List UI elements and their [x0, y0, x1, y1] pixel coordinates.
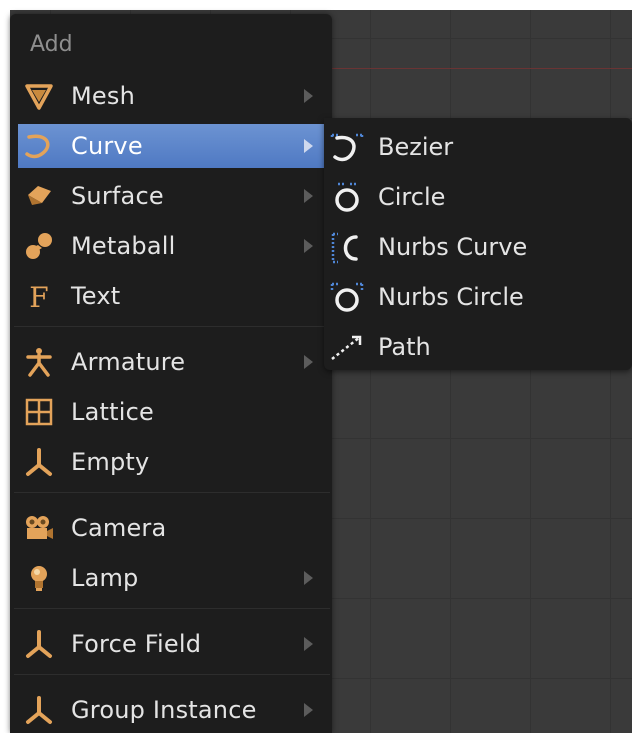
submenu-arrow-icon — [304, 239, 313, 253]
menu-item-text[interactable]: F Text — [10, 274, 332, 318]
nurbs-circle-icon — [328, 279, 366, 317]
submenu-arrow-icon — [304, 89, 313, 103]
lattice-icon — [22, 396, 56, 428]
add-menu: Add Mesh Curve Surface Metaball F Text A… — [10, 14, 332, 733]
submenu-item-label: Circle — [378, 183, 446, 211]
submenu-item-label: Path — [378, 333, 431, 361]
menu-item-label: Mesh — [71, 82, 135, 110]
submenu-item-nurbs-curve[interactable]: Nurbs Curve — [324, 222, 632, 272]
menu-separator — [14, 674, 330, 675]
menu-item-group-instance[interactable]: Group Instance — [10, 688, 332, 732]
curve-submenu: Bezier Circle Nurbs Curve Nurbs Circle P… — [324, 118, 632, 370]
submenu-item-nurbs-circle[interactable]: Nurbs Circle — [324, 272, 632, 322]
submenu-item-path[interactable]: Path — [324, 322, 632, 372]
menu-item-label: Empty — [71, 448, 150, 476]
menu-item-label: Curve — [71, 132, 143, 160]
menu-separator — [14, 492, 330, 493]
screenshot-frame: Add Mesh Curve Surface Metaball F Text A… — [0, 0, 632, 733]
submenu-item-bezier[interactable]: Bezier — [324, 122, 632, 172]
submenu-arrow-icon — [304, 637, 313, 651]
circle-curve-icon — [328, 179, 366, 217]
group-instance-icon — [22, 694, 56, 726]
menu-item-armature[interactable]: Armature — [10, 340, 332, 384]
menu-item-label: Surface — [71, 182, 164, 210]
menu-item-label: Lattice — [71, 398, 154, 426]
menu-item-force-field[interactable]: Force Field — [10, 622, 332, 666]
lamp-icon — [22, 562, 56, 594]
armature-icon — [22, 346, 56, 378]
menu-item-mesh[interactable]: Mesh — [10, 74, 332, 118]
menu-title: Add — [30, 32, 73, 57]
surface-icon — [22, 180, 56, 212]
submenu-arrow-icon — [304, 139, 313, 153]
menu-item-label: Group Instance — [71, 696, 257, 724]
submenu-item-label: Nurbs Circle — [378, 283, 524, 311]
empty-icon — [22, 446, 56, 478]
menu-item-lattice[interactable]: Lattice — [10, 390, 332, 434]
path-icon — [328, 329, 366, 367]
camera-icon — [22, 512, 56, 544]
submenu-arrow-icon — [304, 571, 313, 585]
menu-item-label: Force Field — [71, 630, 202, 658]
text-icon: F — [22, 280, 56, 312]
submenu-arrow-icon — [304, 703, 313, 717]
menu-item-label: Lamp — [71, 564, 139, 592]
curve-icon — [22, 130, 56, 162]
submenu-item-label: Bezier — [378, 133, 454, 161]
submenu-item-circle[interactable]: Circle — [324, 172, 632, 222]
force-field-icon — [22, 628, 56, 660]
metaball-icon — [22, 230, 56, 262]
menu-item-label: Camera — [71, 514, 167, 542]
menu-item-label: Text — [71, 282, 121, 310]
x-axis-line — [330, 68, 632, 69]
nurbs-curve-icon — [328, 229, 366, 267]
submenu-item-label: Nurbs Curve — [378, 233, 528, 261]
menu-separator — [14, 608, 330, 609]
submenu-arrow-icon — [304, 355, 313, 369]
menu-item-metaball[interactable]: Metaball — [10, 224, 332, 268]
menu-item-camera[interactable]: Camera — [10, 506, 332, 550]
submenu-arrow-icon — [304, 189, 313, 203]
menu-item-empty[interactable]: Empty — [10, 440, 332, 484]
menu-item-lamp[interactable]: Lamp — [10, 556, 332, 600]
menu-item-label: Armature — [71, 348, 186, 376]
mesh-icon — [22, 80, 56, 112]
bezier-curve-icon — [328, 129, 366, 167]
svg-text:F: F — [29, 281, 48, 311]
menu-item-surface[interactable]: Surface — [10, 174, 332, 218]
menu-item-label: Metaball — [71, 232, 176, 260]
menu-separator — [14, 326, 330, 327]
menu-item-curve[interactable]: Curve — [18, 124, 332, 168]
